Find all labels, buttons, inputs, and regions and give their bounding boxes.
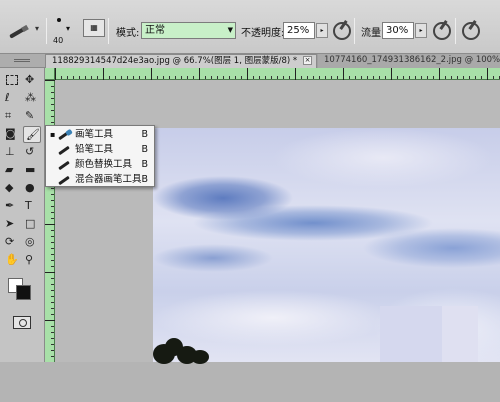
menu-item-pencil-tool[interactable]: 铅笔工具 B bbox=[46, 142, 154, 157]
shortcut-key: B bbox=[141, 144, 148, 155]
blur-tool-icon[interactable]: ◆ bbox=[3, 180, 21, 197]
document-tab-bar: 118829314547d24e3ao.jpg @ 66.7%(图层 1, 图层… bbox=[45, 54, 500, 68]
separator bbox=[46, 18, 47, 44]
brush-tool-preset-icon[interactable] bbox=[7, 22, 33, 40]
tools-panel: ✥ ℓ ⁂ ⌗ ✎ ◙ 🖌 ⊥ ↺ ▰ ▬ ◆ ● ✒ T ➤ □ ⟳ ◎ ✋ … bbox=[0, 54, 45, 362]
brush-size-value[interactable]: 40 bbox=[53, 36, 63, 45]
shortcut-key: B bbox=[141, 174, 148, 185]
magic-wand-tool-icon[interactable]: ⁂ bbox=[23, 90, 41, 107]
healing-brush-tool-icon[interactable]: ◙ bbox=[3, 126, 21, 143]
gradient-tool-icon[interactable]: ▬ bbox=[23, 162, 41, 179]
flow-value: 30% bbox=[386, 25, 409, 36]
menu-item-label: 混合器画笔工具 bbox=[75, 174, 142, 185]
mode-value: 正常 bbox=[145, 25, 165, 36]
zoom-tool-icon[interactable]: ⚲ bbox=[23, 252, 41, 269]
document-tab-active[interactable]: 118829314547d24e3ao.jpg @ 66.7%(图层 1, 图层… bbox=[45, 54, 317, 68]
opacity-input[interactable]: 25% bbox=[283, 22, 315, 39]
dodge-tool-icon[interactable]: ● bbox=[23, 180, 41, 197]
type-tool-icon[interactable]: T bbox=[23, 198, 41, 215]
flow-slider-button[interactable]: ▸ bbox=[415, 23, 427, 38]
move-tool-icon[interactable]: ✥ bbox=[23, 72, 41, 89]
history-brush-tool-icon[interactable]: ↺ bbox=[23, 144, 41, 161]
separator bbox=[455, 18, 456, 44]
crop-tool-icon[interactable]: ⌗ bbox=[3, 108, 21, 125]
shortcut-key: B bbox=[141, 159, 148, 170]
vertical-ruler[interactable] bbox=[45, 80, 55, 362]
menu-item-label: 画笔工具 bbox=[75, 129, 114, 140]
light-patch bbox=[442, 306, 478, 362]
3d-orbit-tool-icon[interactable]: ◎ bbox=[23, 234, 41, 251]
tools-panel-header[interactable] bbox=[0, 54, 45, 68]
brush-size-preview-icon[interactable] bbox=[57, 18, 61, 22]
hand-tool-icon[interactable]: ✋ bbox=[3, 252, 21, 269]
chevron-down-icon: ▼ bbox=[227, 26, 233, 34]
separator bbox=[108, 18, 109, 44]
eraser-tool-icon[interactable]: ▰ bbox=[3, 162, 21, 179]
brush-icon bbox=[58, 131, 72, 138]
close-icon[interactable]: × bbox=[303, 56, 312, 65]
background-color-swatch[interactable] bbox=[16, 285, 31, 300]
rectangle-tool-icon[interactable]: □ bbox=[23, 216, 41, 233]
pen-tool-icon[interactable]: ✒ bbox=[3, 198, 21, 215]
brush-panel-toggle-button[interactable]: ▦ bbox=[83, 19, 105, 37]
flow-label: 流量: bbox=[361, 28, 385, 39]
menu-item-label: 铅笔工具 bbox=[75, 144, 114, 155]
tab-title: 10774160_174931386162_2.jpg @ 100% (图层 bbox=[324, 55, 500, 65]
menu-item-color-replacement-tool[interactable]: 颜色替换工具 B bbox=[46, 157, 154, 172]
flow-input[interactable]: 30% bbox=[382, 22, 414, 39]
brush-picker-dropdown-icon[interactable]: ▾ bbox=[66, 24, 70, 33]
color-replacement-icon bbox=[58, 161, 72, 168]
opacity-value: 25% bbox=[287, 25, 310, 36]
path-selection-tool-icon[interactable]: ➤ bbox=[3, 216, 21, 233]
photoshop-window: ▾ 40 ▾ ▦ 模式: 正常 ▼ 不透明度: 25% ▸ 流量: 30% ▸ … bbox=[0, 0, 500, 402]
lasso-tool-icon[interactable]: ℓ bbox=[3, 90, 21, 107]
brush-tool-icon[interactable]: 🖌 bbox=[23, 126, 41, 143]
document-tab[interactable]: 10774160_174931386162_2.jpg @ 100% (图层 bbox=[318, 54, 500, 68]
quick-mask-icon[interactable] bbox=[13, 316, 31, 329]
menu-item-label: 颜色替换工具 bbox=[75, 159, 133, 170]
pencil-icon bbox=[58, 146, 72, 153]
tree-silhouette bbox=[153, 334, 211, 364]
clone-stamp-tool-icon[interactable]: ⊥ bbox=[3, 144, 21, 161]
mode-select[interactable]: 正常 ▼ bbox=[141, 22, 236, 39]
separator bbox=[354, 18, 355, 44]
light-patch bbox=[380, 306, 442, 362]
opacity-label: 不透明度: bbox=[241, 28, 285, 39]
selected-bullet-icon: ▪ bbox=[50, 130, 56, 139]
ruler-origin[interactable] bbox=[45, 68, 55, 80]
canvas-area[interactable] bbox=[55, 80, 500, 364]
pressure-opacity-icon[interactable] bbox=[333, 22, 351, 40]
opacity-slider-button[interactable]: ▸ bbox=[316, 23, 328, 38]
mixer-brush-icon bbox=[58, 176, 72, 183]
tab-title: 118829314547d24e3ao.jpg @ 66.7%(图层 1, 图层… bbox=[52, 56, 298, 66]
menu-item-brush-tool[interactable]: ▪ 画笔工具 B bbox=[46, 127, 154, 142]
pressure-size-icon[interactable] bbox=[462, 22, 480, 40]
airbrush-icon[interactable] bbox=[433, 22, 451, 40]
horizontal-ruler[interactable] bbox=[55, 68, 500, 80]
marquee-tool-icon[interactable] bbox=[3, 72, 21, 89]
3d-rotate-tool-icon[interactable]: ⟳ bbox=[3, 234, 21, 251]
brush-tool-flyout-menu: ▪ 画笔工具 B 铅笔工具 B 颜色替换工具 B 混合器画笔工具 B bbox=[45, 125, 155, 187]
menu-item-mixer-brush-tool[interactable]: 混合器画笔工具 B bbox=[46, 172, 154, 187]
eyedropper-tool-icon[interactable]: ✎ bbox=[23, 108, 41, 125]
mode-label: 模式: bbox=[116, 28, 140, 39]
options-bar: ▾ 40 ▾ ▦ 模式: 正常 ▼ 不透明度: 25% ▸ 流量: 30% ▸ bbox=[0, 0, 500, 54]
tool-preset-dropdown-icon[interactable]: ▾ bbox=[35, 24, 39, 33]
shortcut-key: B bbox=[141, 129, 148, 140]
